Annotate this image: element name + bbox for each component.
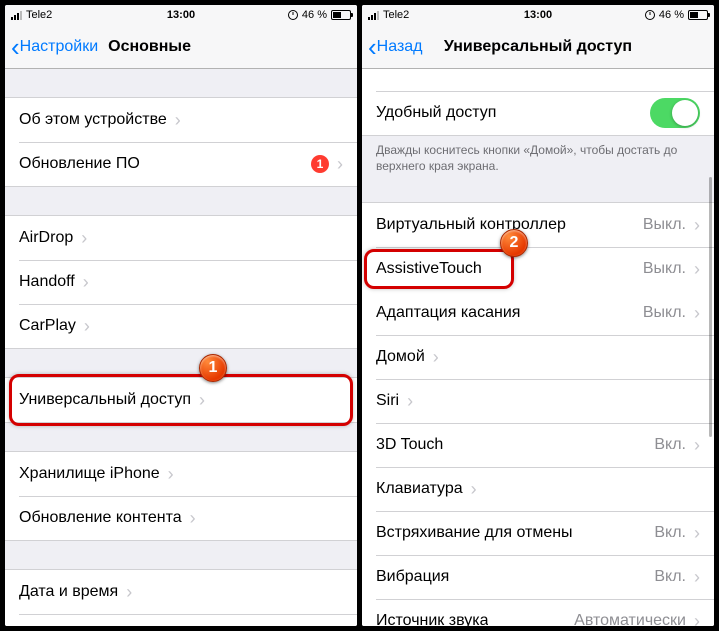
chevron-left-icon: ‹ bbox=[368, 34, 377, 60]
chevron-right-icon: › bbox=[337, 154, 343, 175]
cell-handoff[interactable]: Handoff › bbox=[5, 260, 357, 304]
back-button[interactable]: ‹ Назад bbox=[362, 34, 429, 60]
chevron-right-icon: › bbox=[126, 582, 132, 603]
alarm-icon bbox=[288, 10, 298, 20]
back-label: Назад bbox=[377, 38, 423, 56]
cell-reachability[interactable]: Удобный доступ bbox=[362, 91, 714, 135]
group-interaction: Виртуальный контроллер Выкл. › Assistive… bbox=[362, 202, 714, 626]
battery-pct: 46 % bbox=[659, 9, 684, 21]
cell-3d-touch[interactable]: 3D Touch Вкл. › bbox=[362, 423, 714, 467]
step-badge-1: 1 bbox=[199, 354, 227, 382]
chevron-right-icon: › bbox=[433, 347, 439, 368]
group-about: Об этом устройстве › Обновление ПО 1 › bbox=[5, 97, 357, 187]
group-reachability: — Удобный доступ bbox=[362, 69, 714, 136]
cell-home-button[interactable]: Домой › bbox=[362, 335, 714, 379]
signal-icon bbox=[11, 10, 22, 20]
status-bar: Tele2 13:00 46 % bbox=[362, 5, 714, 25]
cell-keyboard[interactable]: Клавиатура › bbox=[5, 614, 357, 626]
chevron-right-icon: › bbox=[407, 391, 413, 412]
settings-list: Об этом устройстве › Обновление ПО 1 › A… bbox=[5, 69, 357, 626]
chevron-right-icon: › bbox=[694, 611, 700, 626]
group-datetime: Дата и время › Клавиатура › bbox=[5, 569, 357, 626]
accessibility-list: — Удобный доступ Дважды коснитесь кнопки… bbox=[362, 69, 714, 626]
cell-iphone-storage[interactable]: Хранилище iPhone › bbox=[5, 452, 357, 496]
reachability-toggle[interactable] bbox=[650, 98, 700, 128]
chevron-right-icon: › bbox=[694, 259, 700, 280]
nav-bar: ‹ Настройки Основные bbox=[5, 25, 357, 69]
status-time: 13:00 bbox=[524, 9, 552, 21]
cell-audio-routing[interactable]: Источник звука Автоматически › bbox=[362, 599, 714, 626]
chevron-right-icon: › bbox=[199, 390, 205, 411]
cell-assistivetouch[interactable]: AssistiveTouch Выкл. › bbox=[362, 247, 714, 291]
cell-touch-accommodations[interactable]: Адаптация касания Выкл. › bbox=[362, 291, 714, 335]
group-connectivity: AirDrop › Handoff › CarPlay › bbox=[5, 215, 357, 349]
status-time: 13:00 bbox=[167, 9, 195, 21]
chevron-right-icon: › bbox=[694, 523, 700, 544]
signal-icon bbox=[368, 10, 379, 20]
cell-cut-off: — bbox=[362, 69, 714, 91]
cell-siri[interactable]: Siri › bbox=[362, 379, 714, 423]
carrier-label: Tele2 bbox=[383, 9, 409, 21]
back-label: Настройки bbox=[20, 38, 98, 56]
carrier-label: Tele2 bbox=[26, 9, 52, 21]
cell-background-refresh[interactable]: Обновление контента › bbox=[5, 496, 357, 540]
chevron-right-icon: › bbox=[190, 508, 196, 529]
chevron-right-icon: › bbox=[694, 435, 700, 456]
group-accessibility: Универсальный доступ › 1 bbox=[5, 377, 357, 423]
chevron-right-icon: › bbox=[694, 303, 700, 324]
cell-keyboard-access[interactable]: Клавиатура › bbox=[362, 467, 714, 511]
reachability-footer: Дважды коснитесь кнопки «Домой», чтобы д… bbox=[362, 136, 714, 174]
cell-switch-control[interactable]: Виртуальный контроллер Выкл. › bbox=[362, 203, 714, 247]
status-bar: Tele2 13:00 46 % bbox=[5, 5, 357, 25]
chevron-right-icon: › bbox=[168, 464, 174, 485]
cell-about[interactable]: Об этом устройстве › bbox=[5, 98, 357, 142]
chevron-right-icon: › bbox=[175, 110, 181, 131]
chevron-right-icon: › bbox=[694, 215, 700, 236]
group-storage: Хранилище iPhone › Обновление контента › bbox=[5, 451, 357, 541]
battery-pct: 46 % bbox=[302, 9, 327, 21]
cell-vibration[interactable]: Вибрация Вкл. › bbox=[362, 555, 714, 599]
cell-shake-to-undo[interactable]: Встряхивание для отмены Вкл. › bbox=[362, 511, 714, 555]
chevron-right-icon: › bbox=[83, 272, 89, 293]
chevron-right-icon: › bbox=[114, 626, 120, 627]
chevron-left-icon: ‹ bbox=[11, 34, 20, 60]
alarm-icon bbox=[645, 10, 655, 20]
battery-icon bbox=[688, 10, 708, 20]
cell-software-update[interactable]: Обновление ПО 1 › bbox=[5, 142, 357, 186]
chevron-right-icon: › bbox=[471, 479, 477, 500]
chevron-right-icon: › bbox=[694, 567, 700, 588]
cell-carplay[interactable]: CarPlay › bbox=[5, 304, 357, 348]
battery-icon bbox=[331, 10, 351, 20]
chevron-right-icon: › bbox=[84, 316, 90, 337]
cell-airdrop[interactable]: AirDrop › bbox=[5, 216, 357, 260]
nav-bar: ‹ Назад Универсальный доступ bbox=[362, 25, 714, 69]
cell-accessibility[interactable]: Универсальный доступ › bbox=[5, 378, 357, 422]
page-title: Основные bbox=[108, 38, 191, 56]
chevron-right-icon: › bbox=[81, 228, 87, 249]
back-button[interactable]: ‹ Настройки bbox=[5, 34, 104, 60]
phone-right: Tele2 13:00 46 % ‹ Назад Универсальный д… bbox=[362, 5, 714, 626]
phone-left: Tele2 13:00 46 % ‹ Настройки Основные Об… bbox=[5, 5, 357, 626]
update-badge: 1 bbox=[311, 155, 329, 173]
page-title: Универсальный доступ bbox=[444, 38, 632, 56]
cell-datetime[interactable]: Дата и время › bbox=[5, 570, 357, 614]
scroll-indicator[interactable] bbox=[709, 137, 712, 566]
